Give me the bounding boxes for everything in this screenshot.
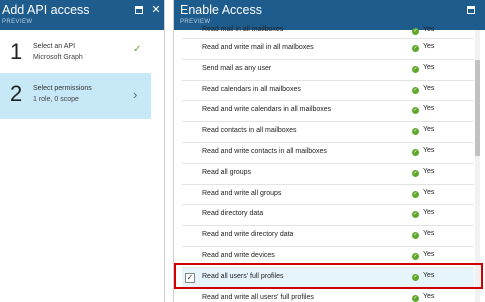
- permission-label: Read and write devices: [202, 251, 275, 259]
- permission-status: ✓ Yes: [412, 43, 435, 52]
- permission-status: ✓ Yes: [412, 167, 435, 177]
- checkmark-icon: ✓: [133, 44, 142, 55]
- check-circle-icon: ✓: [412, 148, 419, 156]
- check-circle-icon: ✓: [412, 107, 419, 115]
- check-circle-icon: ✓: [412, 86, 419, 94]
- scrollbar-thumb[interactable]: [475, 60, 480, 156]
- permission-label: Read and write mail in all mailboxes: [202, 44, 314, 51]
- permission-row[interactable]: Read and write calendars in all mailboxe…: [182, 101, 474, 123]
- permission-status: ✓ Yes: [412, 209, 435, 219]
- chevron-right-icon: ›: [133, 87, 138, 102]
- check-circle-icon: ✓: [412, 28, 419, 35]
- permission-row[interactable]: Read all groups ✓ Yes: [182, 164, 474, 185]
- permission-row[interactable]: Read and write mail in all mailboxes ✓ Ye…: [182, 39, 474, 60]
- check-circle-icon: ✓: [412, 211, 419, 219]
- permission-row[interactable]: Send mail as any user ✓ Yes: [182, 60, 474, 81]
- permission-label: Read and write calendars in all mailboxe…: [202, 106, 332, 114]
- permission-row[interactable]: Read and write all groups ✓ Yes: [182, 185, 474, 206]
- permission-label: Read all groups: [202, 168, 252, 176]
- check-circle-icon: ✓: [412, 252, 419, 260]
- permission-status: ✓ Yes: [412, 146, 435, 156]
- step-select-api[interactable]: 1 Select an API Microsoft Graph ✓: [0, 31, 151, 77]
- permission-row[interactable]: Read and write directory data ✓ Yes: [182, 226, 474, 247]
- permission-status: ✓ Yes: [412, 230, 435, 240]
- enable-access-blade: Enable Access PREVIEW Read mail in all m…: [173, 0, 485, 302]
- check-circle-icon: ✓: [412, 128, 419, 136]
- maximize-icon[interactable]: [467, 6, 475, 14]
- permission-row[interactable]: Read mail in all mailboxes ✓ Yes: [182, 26, 474, 39]
- step-number: 1: [10, 39, 23, 64]
- step-select-permissions[interactable]: 2 Select permissions 1 role, 0 scope ›: [0, 73, 151, 119]
- blade-subtitle: PREVIEW: [180, 19, 211, 25]
- permission-label: Read mail in all mailboxes: [202, 26, 284, 33]
- permission-label: Read and write directory data: [202, 231, 294, 239]
- permission-status: ✓ Yes: [412, 126, 435, 136]
- scrollbar[interactable]: [475, 30, 480, 302]
- step-title: Select an API: [33, 43, 76, 50]
- step-value: 1 role, 0 scope: [33, 96, 79, 103]
- permission-label: Read calendars in all mailboxes: [202, 85, 301, 93]
- selection-highlight: [174, 263, 483, 289]
- permission-label: Send mail as any user: [202, 64, 272, 72]
- check-circle-icon: ✓: [412, 65, 419, 73]
- step-number: 2: [10, 81, 23, 106]
- check-circle-icon: ✓: [412, 45, 419, 52]
- permission-label: Read contacts in all mailboxes: [202, 127, 297, 135]
- permission-status: ✓ Yes: [412, 84, 435, 94]
- check-circle-icon: ✓: [412, 232, 419, 240]
- check-circle-icon: ✓: [412, 169, 419, 177]
- permission-row[interactable]: Read contacts in all mailboxes ✓ Yes: [182, 122, 474, 143]
- maximize-icon[interactable]: [135, 6, 143, 14]
- permission-status: ✓ Yes: [412, 26, 435, 35]
- step-value: Microsoft Graph: [33, 54, 83, 61]
- permission-row[interactable]: Read directory data ✓ Yes: [182, 205, 474, 227]
- step-title: Select permissions: [33, 85, 92, 92]
- blade-header: Add API access PREVIEW ✕: [0, 0, 164, 30]
- permission-label: Read and write all groups: [202, 189, 282, 197]
- blade-title: Enable Access: [180, 3, 262, 17]
- check-circle-icon: ✓: [412, 294, 419, 302]
- add-api-access-blade: Add API access PREVIEW ✕ 1 Select an API…: [0, 0, 165, 302]
- blade-subtitle: PREVIEW: [2, 19, 33, 25]
- permission-label: Read and write all users' full profiles: [202, 293, 314, 301]
- blade-title: Add API access: [2, 3, 90, 17]
- close-icon[interactable]: ✕: [151, 5, 161, 16]
- permission-row[interactable]: Read and write contacts in all mailboxes…: [182, 143, 474, 164]
- check-circle-icon: ✓: [412, 190, 419, 198]
- permission-status: ✓ Yes: [412, 250, 435, 260]
- permission-status: ✓ Yes: [412, 188, 435, 198]
- permission-row[interactable]: Read and write all users' full profiles …: [182, 289, 474, 302]
- permission-status: ✓ Yes: [412, 292, 435, 302]
- permission-status: ✓ Yes: [412, 63, 435, 73]
- permissions-list: Read mail in all mailboxes ✓ Yes Read and…: [182, 26, 474, 302]
- permission-label: Read and write contacts in all mailboxes: [202, 147, 327, 155]
- permission-label: Read directory data: [202, 210, 264, 218]
- permission-status: ✓ Yes: [412, 105, 435, 115]
- permission-row[interactable]: Read calendars in all mailboxes ✓ Yes: [182, 81, 474, 102]
